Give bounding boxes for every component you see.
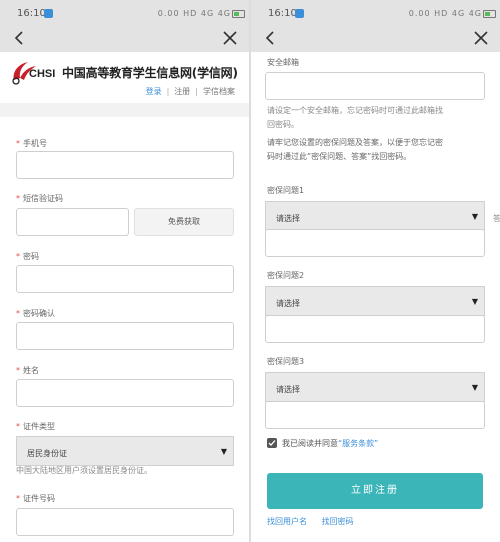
dropdown-arrow-icon: ▼ — [471, 212, 478, 221]
signal-indicators: 0.00 HD 4G 4G — [157, 9, 231, 18]
checkmark-icon — [268, 440, 276, 446]
link-separator: | — [195, 87, 198, 96]
id-type-select[interactable]: 居民身份证 ▼ — [16, 436, 234, 466]
security-email-input[interactable] — [265, 72, 485, 100]
security-question-2-select[interactable]: 请选择 ▼ — [265, 286, 485, 316]
recovery-links: 找回用户名 找回密码 — [267, 516, 366, 527]
id-type-hint: 中国大陆地区用户须设置居民身份证。 — [16, 466, 152, 475]
security-question-1-label: 密保问题1 — [267, 186, 305, 195]
id-type-label: * 证件类型 — [16, 422, 55, 431]
header-links: 登录 | 注册 | 学信档案 — [146, 86, 235, 97]
status-bar: 16:10 0.00 HD 4G 4G — [251, 0, 500, 24]
name-label: * 姓名 — [16, 366, 39, 375]
agreement-checkbox[interactable] — [267, 438, 277, 448]
security-question-2-label: 密保问题2 — [267, 271, 305, 280]
navigation-bar — [0, 24, 249, 52]
id-number-input[interactable] — [16, 508, 234, 536]
security-answer-3-input[interactable] — [265, 401, 485, 429]
dropdown-arrow-icon: ▼ — [220, 447, 227, 456]
password-label: * 密码 — [16, 252, 39, 261]
security-question-1-select[interactable]: 请选择 ▼ — [265, 201, 485, 231]
dropdown-arrow-icon: ▼ — [471, 383, 478, 392]
dropdown-arrow-icon: ▼ — [471, 297, 478, 306]
site-header: CHSI 中国高等教育学生信息网(学信网) 登录 | 注册 | 学信档案 — [0, 52, 249, 104]
registration-screen-right: 16:10 0.00 HD 4G 4G 安全邮箱 请设定一个安全邮箱，忘记密码时… — [251, 0, 500, 542]
back-arrow-icon[interactable] — [11, 29, 29, 47]
terms-link[interactable]: “服务条款” — [338, 439, 378, 448]
password-confirm-label: * 密码确认 — [16, 309, 55, 318]
security-email-hint: 请设定一个安全邮箱，忘记密码时可通过此邮箱找 回密码。 — [267, 106, 443, 129]
status-time: 16:10 — [17, 8, 46, 19]
recover-username-link[interactable]: 找回用户名 — [267, 517, 307, 526]
status-bar: 16:10 0.00 HD 4G 4G — [0, 0, 249, 24]
id-type-value: 居民身份证 — [27, 449, 67, 458]
security-question-3-label: 密保问题3 — [267, 357, 305, 366]
recover-password-link[interactable]: 找回密码 — [322, 517, 354, 526]
signal-indicators: 0.00 HD 4G 4G — [408, 9, 482, 18]
close-icon[interactable] — [221, 29, 239, 47]
mobile-label: * 手机号 — [16, 139, 47, 148]
back-arrow-icon[interactable] — [262, 29, 280, 47]
security-email-label: 安全邮箱 — [267, 58, 299, 67]
id-number-label: * 证件号码 — [16, 494, 55, 503]
answer-glyph: 答 — [493, 214, 500, 223]
archive-link[interactable]: 学信档案 — [203, 87, 235, 96]
select-placeholder: 请选择 — [276, 385, 300, 394]
security-answer-1-input[interactable] — [265, 229, 485, 257]
close-icon[interactable] — [472, 29, 490, 47]
logo-text: CHSI — [29, 68, 56, 80]
get-code-button[interactable]: 免费获取 — [134, 208, 234, 236]
register-link[interactable]: 注册 — [174, 87, 190, 96]
section-divider — [0, 103, 249, 117]
select-placeholder: 请选择 — [276, 299, 300, 308]
agreement-text: 我已阅读并同意“服务条款” — [282, 439, 379, 448]
register-submit-button[interactable]: 立即注册 — [267, 473, 483, 509]
password-confirm-input[interactable] — [16, 322, 234, 350]
app-notification-icon — [44, 9, 53, 18]
status-time: 16:10 — [268, 8, 297, 19]
app-notification-icon — [295, 9, 304, 18]
security-question-hint: 请牢记您设置的密保问题及答案，以便于您忘记密 码时通过此“密保问题、答案”找回密… — [267, 138, 443, 161]
mobile-input[interactable] — [16, 151, 234, 179]
security-question-3-select[interactable]: 请选择 ▼ — [265, 372, 485, 402]
sms-code-label: * 短信验证码 — [16, 194, 63, 203]
sms-code-input[interactable] — [16, 208, 129, 236]
battery-icon — [232, 10, 245, 18]
registration-screen-left: 16:10 0.00 HD 4G 4G CHSI 中国高等教育学生信息网(学信网… — [0, 0, 249, 542]
login-link[interactable]: 登录 — [146, 87, 162, 96]
password-input[interactable] — [16, 265, 234, 293]
battery-icon — [483, 10, 496, 18]
security-answer-2-input[interactable] — [265, 315, 485, 343]
link-separator: | — [166, 87, 170, 96]
select-placeholder: 请选择 — [276, 214, 300, 223]
name-input[interactable] — [16, 379, 234, 407]
site-title: 中国高等教育学生信息网(学信网) — [62, 66, 238, 80]
navigation-bar — [251, 24, 500, 52]
